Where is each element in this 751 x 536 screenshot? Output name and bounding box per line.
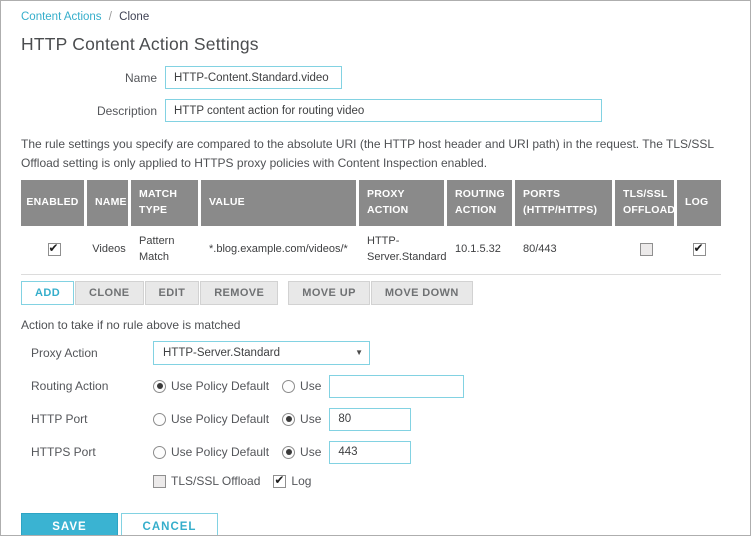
routing-use-input[interactable] xyxy=(329,375,464,398)
rules-table: ENABLED NAME MATCH TYPE VALUE PROXY ACTI… xyxy=(21,180,721,275)
proxy-action-select[interactable]: HTTP-Server.Standard xyxy=(153,341,370,365)
footer-actions: SAVE CANCEL xyxy=(21,513,730,536)
log-label: Log xyxy=(291,474,311,488)
http-port-use-option[interactable]: Use xyxy=(282,412,321,426)
rules-table-header-row: ENABLED NAME MATCH TYPE VALUE PROXY ACTI… xyxy=(21,180,721,226)
routing-use-option[interactable]: Use xyxy=(282,379,321,393)
col-tls-ssl-offload-header: TLS/SSL OFFLOAD xyxy=(615,180,677,226)
routing-use-policy-default-radio[interactable] xyxy=(153,380,166,393)
col-name-header: NAME xyxy=(87,180,131,226)
https-port-use-policy-default-radio[interactable] xyxy=(153,446,166,459)
col-match-type-header: MATCH TYPE xyxy=(131,180,201,226)
routing-action-label: Routing Action xyxy=(21,379,153,393)
breadcrumb-content-actions-link[interactable]: Content Actions xyxy=(21,11,102,23)
http-port-use-radio[interactable] xyxy=(282,413,295,426)
table-row[interactable]: Videos Pattern Match *.blog.example.com/… xyxy=(21,226,721,275)
name-input[interactable] xyxy=(165,66,342,89)
rule-tls-ssl-offload-checkbox[interactable] xyxy=(640,243,653,256)
http-port-use-policy-default-option[interactable]: Use Policy Default xyxy=(153,412,269,426)
rule-log-checkbox[interactable] xyxy=(693,243,706,256)
routing-use-radio[interactable] xyxy=(282,380,295,393)
description-input[interactable] xyxy=(165,99,602,122)
routing-action-row: Routing Action Use Policy Default Use xyxy=(21,374,730,398)
edit-button[interactable]: EDIT xyxy=(145,281,200,305)
rule-ports-cell: 80/443 xyxy=(515,226,615,275)
offload-log-row: TLS/SSL Offload Log xyxy=(153,474,730,488)
page-title: HTTP Content Action Settings xyxy=(21,34,730,55)
http-port-use-label: Use xyxy=(300,412,321,426)
https-port-row: HTTPS Port Use Policy Default Use xyxy=(21,440,730,464)
rule-toolbar: ADD CLONE EDIT REMOVE MOVE UP MOVE DOWN xyxy=(21,281,730,305)
tls-ssl-offload-checkbox[interactable] xyxy=(153,475,166,488)
https-port-use-option[interactable]: Use xyxy=(282,445,321,459)
col-routing-action-header: ROUTING ACTION xyxy=(447,180,515,226)
col-value-header: VALUE xyxy=(201,180,359,226)
https-port-label: HTTPS Port xyxy=(21,445,153,459)
routing-use-policy-default-label: Use Policy Default xyxy=(171,379,269,393)
move-up-button[interactable]: MOVE UP xyxy=(288,281,370,305)
log-option[interactable]: Log xyxy=(273,474,311,488)
https-port-use-radio[interactable] xyxy=(282,446,295,459)
http-content-action-settings-page: Content Actions / Clone HTTP Content Act… xyxy=(0,0,751,536)
col-ports-header: PORTS (HTTP/HTTPS) xyxy=(515,180,615,226)
col-enabled-header: ENABLED xyxy=(21,180,87,226)
rule-enabled-cell xyxy=(21,226,87,275)
log-checkbox[interactable] xyxy=(273,475,286,488)
intro-text: The rule settings you specify are compar… xyxy=(21,135,730,172)
rule-routing-action-cell: 10.1.5.32 xyxy=(447,226,515,275)
http-port-input[interactable] xyxy=(329,408,411,431)
rule-enabled-checkbox[interactable] xyxy=(48,243,61,256)
rule-match-type-cell: Pattern Match xyxy=(131,226,201,275)
cancel-button[interactable]: CANCEL xyxy=(121,513,218,536)
rule-name-cell: Videos xyxy=(87,226,131,275)
no-rule-heading: Action to take if no rule above is match… xyxy=(21,318,730,332)
http-port-use-policy-default-radio[interactable] xyxy=(153,413,166,426)
rule-log-cell xyxy=(677,226,721,275)
rule-proxy-action-cell: HTTP-Server.Standard xyxy=(359,226,447,275)
http-port-use-policy-default-label: Use Policy Default xyxy=(171,412,269,426)
name-label: Name xyxy=(21,71,157,85)
clone-button[interactable]: CLONE xyxy=(75,281,144,305)
breadcrumb-separator: / xyxy=(109,11,112,23)
routing-use-label: Use xyxy=(300,379,321,393)
http-port-label: HTTP Port xyxy=(21,412,153,426)
remove-button[interactable]: REMOVE xyxy=(200,281,278,305)
http-port-row: HTTP Port Use Policy Default Use xyxy=(21,407,730,431)
https-port-input[interactable] xyxy=(329,441,411,464)
https-port-use-label: Use xyxy=(300,445,321,459)
breadcrumb-current: Clone xyxy=(119,11,149,23)
https-port-use-policy-default-option[interactable]: Use Policy Default xyxy=(153,445,269,459)
routing-use-policy-default-option[interactable]: Use Policy Default xyxy=(153,379,269,393)
move-down-button[interactable]: MOVE DOWN xyxy=(371,281,473,305)
rule-value-cell: *.blog.example.com/videos/* xyxy=(201,226,359,275)
col-log-header: LOG xyxy=(677,180,721,226)
tls-ssl-offload-option[interactable]: TLS/SSL Offload xyxy=(153,474,260,488)
proxy-action-row: Proxy Action HTTP-Server.Standard ▼ xyxy=(21,341,730,365)
breadcrumb: Content Actions / Clone xyxy=(21,1,730,23)
proxy-action-label: Proxy Action xyxy=(21,346,153,360)
rule-tls-ssl-offload-cell xyxy=(615,226,677,275)
col-proxy-action-header: PROXY ACTION xyxy=(359,180,447,226)
tls-ssl-offload-label: TLS/SSL Offload xyxy=(171,474,260,488)
description-label: Description xyxy=(21,104,157,118)
save-button[interactable]: SAVE xyxy=(21,513,118,536)
https-port-use-policy-default-label: Use Policy Default xyxy=(171,445,269,459)
add-button[interactable]: ADD xyxy=(21,281,74,305)
